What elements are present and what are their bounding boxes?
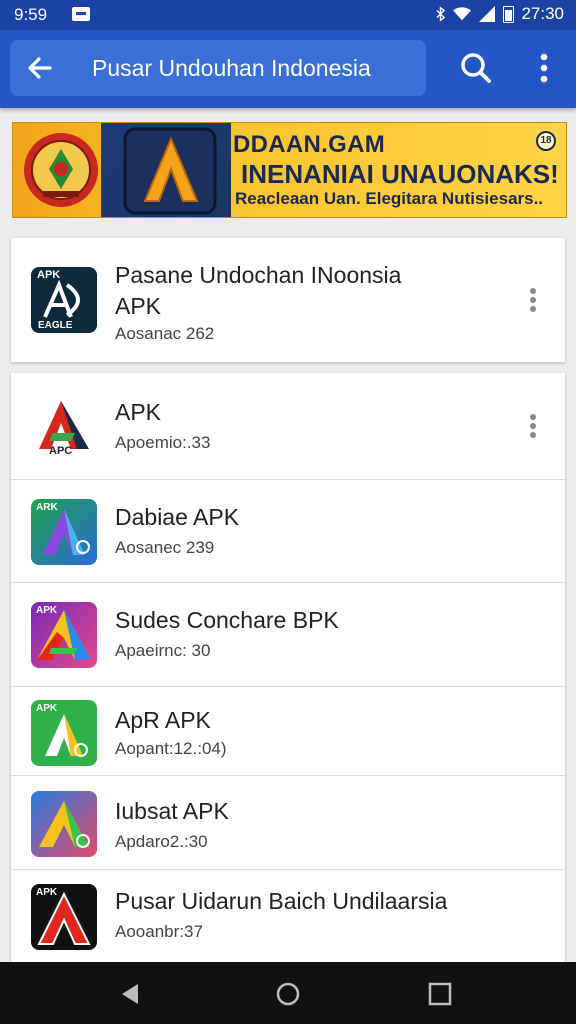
nav-recents-icon[interactable] bbox=[426, 980, 454, 1008]
featured-icon-caption: EAGLE bbox=[38, 320, 73, 331]
nav-back-icon[interactable] bbox=[116, 980, 144, 1008]
banner-headline: DDAAN.GAM bbox=[233, 131, 386, 158]
app-subtitle: Apdaro2.:30 bbox=[115, 832, 208, 851]
rainbow-a-icon: APK bbox=[31, 602, 97, 668]
app-name: Sudes Conchare BPK bbox=[115, 607, 339, 633]
app-subtitle: Aopant:12.:04) bbox=[115, 739, 227, 758]
title-search-box[interactable]: Pusar Undouhan Indonesia bbox=[10, 40, 426, 96]
page-title: Pusar Undouhan Indonesia bbox=[92, 55, 371, 81]
back-arrow-icon[interactable] bbox=[24, 52, 56, 84]
app-subtitle: Aosanec 239 bbox=[115, 538, 215, 557]
featured-app-name: Pasane Undochan INoonsia bbox=[115, 262, 402, 288]
app-bar: Pusar Undouhan Indonesia bbox=[0, 30, 576, 108]
gradient-a-icon: ARK bbox=[31, 499, 97, 565]
app-subtitle: Apaeirnc: 30 bbox=[115, 641, 211, 660]
list-item[interactable]: APK Sudes Conchare BPK Apaeirnc: 30 bbox=[11, 583, 565, 686]
system-nav-bar bbox=[0, 962, 576, 1024]
list-item[interactable]: Iubsat APK Apdaro2.:30 bbox=[11, 776, 565, 869]
list-icon-text: APC bbox=[49, 445, 73, 457]
app-name: Dabiae APK bbox=[115, 504, 240, 530]
list-icon-text: ARK bbox=[36, 502, 58, 513]
list-item[interactable]: ARK Dabiae APK Aosanec 239 bbox=[11, 480, 565, 582]
age-badge: 18 bbox=[536, 131, 556, 151]
list-item[interactable]: APC APK Apoemio:.33 bbox=[11, 373, 565, 479]
app-name: ApR APK bbox=[115, 707, 211, 733]
promo-banner[interactable]: DDAAN.GAM INENANIAI UNAUONAKS! Reacleaan… bbox=[12, 122, 567, 218]
featured-app-row[interactable]: APK EAGLE Pasane Undochan INoonsia APK A… bbox=[11, 238, 565, 362]
app-name: Iubsat APK bbox=[115, 798, 229, 824]
list-icon-text: APK bbox=[36, 887, 58, 898]
more-options-icon[interactable] bbox=[529, 413, 537, 439]
app-name: APK bbox=[115, 399, 162, 425]
emblem-icon bbox=[24, 133, 98, 207]
featured-icon-text: APK bbox=[37, 269, 61, 281]
apk-logo-icon bbox=[123, 127, 217, 215]
status-clock: 27:30 bbox=[521, 4, 564, 23]
list-icon-text: APK bbox=[36, 605, 58, 616]
signal-icon bbox=[479, 6, 496, 22]
red-a-icon: APK bbox=[31, 884, 97, 950]
app-name: Pusar Uidarun Baich Undilaarsia bbox=[115, 888, 448, 914]
list-icon-text: APK bbox=[36, 703, 58, 714]
wifi-icon bbox=[453, 7, 472, 21]
app-subtitle: Apoemio:.33 bbox=[115, 433, 211, 452]
overflow-menu-icon[interactable] bbox=[524, 48, 564, 88]
banner-subhead: INENANIAI UNAUONAKS! bbox=[241, 159, 559, 189]
featured-app-name-line2: APK bbox=[115, 293, 162, 319]
featured-app-subtitle: Aosanac 262 bbox=[115, 324, 215, 343]
nav-home-icon[interactable] bbox=[274, 980, 302, 1008]
more-options-icon[interactable] bbox=[529, 287, 537, 313]
apk-logo-icon: APC bbox=[31, 393, 97, 459]
featured-app-icon: APK EAGLE bbox=[31, 267, 97, 333]
bluetooth-icon bbox=[436, 6, 446, 22]
status-time: 9:59 bbox=[14, 5, 48, 24]
list-item[interactable]: APK Pusar Uidarun Baich Undilaarsia Aooa… bbox=[11, 870, 565, 962]
battery-icon bbox=[503, 5, 515, 23]
blue-a-icon bbox=[31, 791, 97, 857]
banner-tagline: Reacleaan Uan. Elegitara Nutisiesars.. bbox=[235, 189, 544, 208]
app-subtitle: Aooanbr:37 bbox=[115, 922, 203, 941]
app-list: APC APK Apoemio:.33 ARK Dabiae APK Aosan… bbox=[11, 373, 565, 962]
list-item[interactable]: APK ApR APK Aopant:12.:04) bbox=[11, 687, 565, 775]
green-a-icon: APK bbox=[31, 700, 97, 766]
featured-app-card[interactable]: APK EAGLE Pasane Undochan INoonsia APK A… bbox=[11, 238, 565, 362]
status-bar: 9:59 27:30 bbox=[0, 0, 576, 30]
search-icon[interactable] bbox=[456, 48, 496, 88]
notification-icon bbox=[72, 7, 90, 21]
